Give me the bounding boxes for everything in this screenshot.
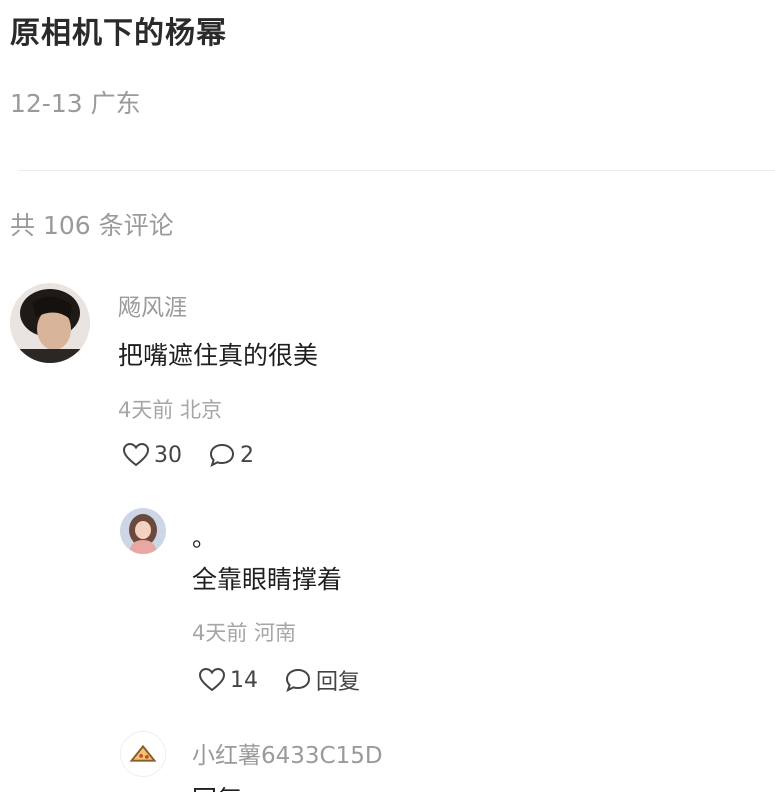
post-title: 原相机下的杨幂 [10,16,227,51]
avatar[interactable] [120,731,166,777]
like-button[interactable]: 14 [198,667,258,693]
reply-content: 全靠眼睛撑着 [192,565,343,594]
reply-time-location: 4天前 河南 [192,621,297,645]
reply-username[interactable]: 。 [192,518,216,553]
avatar[interactable] [120,508,166,554]
reply-username[interactable]: 小红薯6433C15D [192,736,383,770]
heart-icon [198,667,226,692]
comment-count: 共 106 条评论 [10,211,174,240]
post-meta: 12-13 广东 [10,89,141,118]
comment-username[interactable]: 飏风涯 [118,288,187,322]
like-button[interactable]: 30 [122,442,182,468]
reply-actions: 14 回复 [198,664,386,696]
comment-time-location: 4天前 北京 [118,398,223,422]
reply-count: 2 [240,442,254,468]
like-count: 30 [154,442,182,468]
user-photo-avatar-icon [10,283,90,363]
comment-content: 把嘴遮住真的很美 [118,341,319,370]
reply-content: 回复 [192,780,242,792]
heart-icon [122,442,150,467]
reply-label: 回复 [316,670,361,695]
comment-bubble-icon [209,443,235,467]
comment-actions: 30 2 [122,442,280,468]
like-count: 14 [230,667,258,693]
reply-button[interactable]: 回复 [284,664,360,696]
divider [18,170,775,171]
pizza-avatar-icon [121,732,165,776]
reply-button[interactable]: 2 [208,442,254,468]
avatar[interactable] [10,283,90,363]
comment-bubble-icon [285,668,311,692]
page: 原相机下的杨幂 12-13 广东 共 106 条评论 飏风涯 把嘴遮住真的很美 … [0,0,775,792]
cartoon-girl-avatar-icon [120,508,166,554]
